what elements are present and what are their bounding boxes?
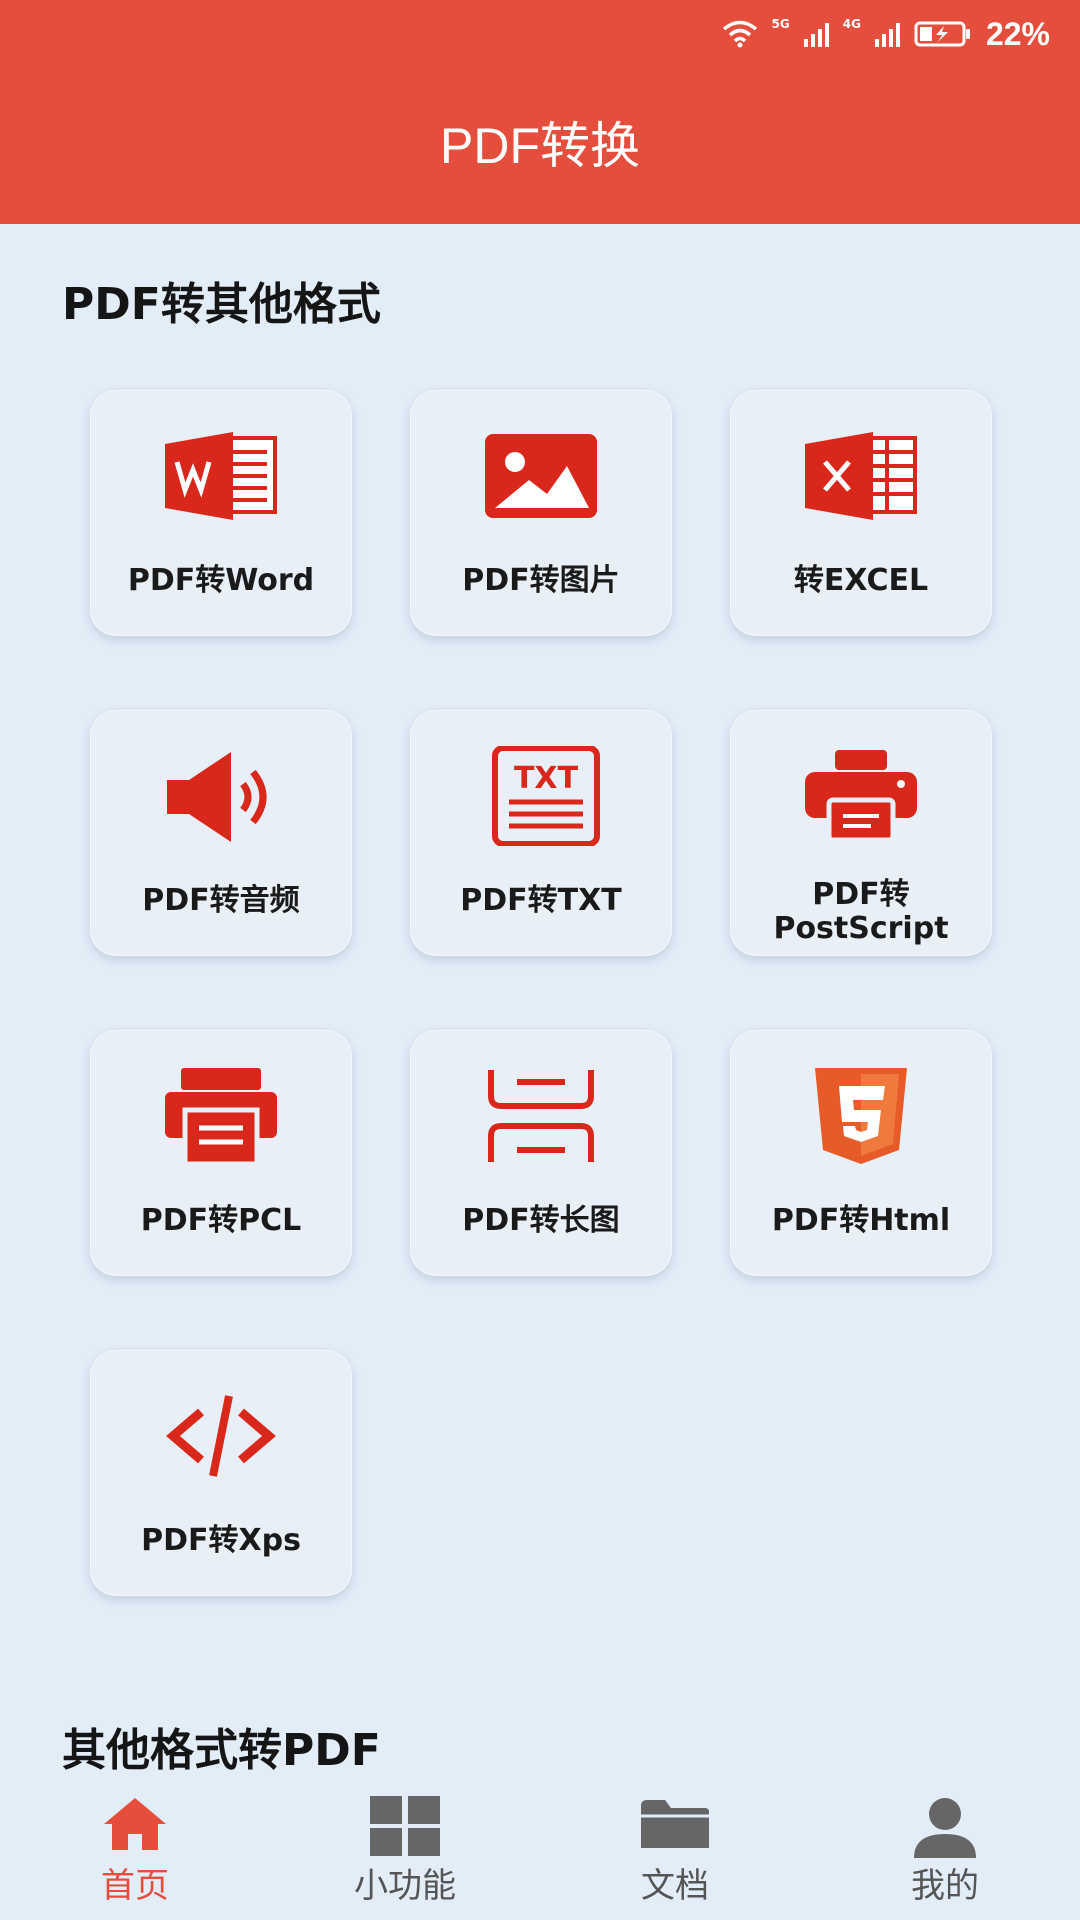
user-icon (914, 1798, 976, 1858)
battery-icon (914, 21, 970, 47)
tool-pdf-to-html[interactable]: PDF转Html (730, 1030, 992, 1276)
long-image-icon (476, 1066, 606, 1166)
network-label-4g: 4G (842, 17, 861, 31)
tool-label: PDF转Xps (141, 1523, 301, 1558)
tab-label: 文档 (641, 1866, 709, 1906)
tool-pdf-to-word[interactable]: PDF转Word (90, 390, 352, 636)
printer-icon (796, 746, 926, 846)
tool-pdf-to-xps[interactable]: PDF转Xps (90, 1350, 352, 1596)
tool-label: PDF转TXT (460, 883, 622, 918)
folder-icon (641, 1800, 709, 1848)
app-header: 5G 4G 22% PDF转换 (0, 0, 1080, 224)
section-title-other-to-pdf: 其他格式转PDF (62, 1725, 381, 1776)
tab-home[interactable]: 首页 (35, 1770, 235, 1920)
tool-pdf-to-image[interactable]: PDF转图片 (410, 390, 672, 636)
tool-label-line-2: PostScript (773, 911, 949, 946)
tool-label: 转EXCEL (793, 563, 929, 598)
pcl-printer-icon (156, 1066, 286, 1166)
tool-label: PDF转 PostScript (730, 878, 992, 946)
html5-icon (796, 1066, 926, 1166)
signal-icon-2 (874, 21, 900, 47)
network-label-5g: 5G (771, 17, 790, 31)
tab-label: 小功能 (354, 1866, 456, 1906)
section-title-pdf-to-other: PDF转其他格式 (62, 279, 381, 330)
tool-pdf-to-txt[interactable]: TXT PDF转TXT (410, 710, 672, 956)
tab-profile[interactable]: 我的 (845, 1770, 1045, 1920)
tool-pdf-to-pcl[interactable]: PDF转PCL (90, 1030, 352, 1276)
tool-label-line-1: PDF转 (812, 877, 910, 912)
tool-label: PDF转PCL (140, 1203, 302, 1238)
tab-documents[interactable]: 文档 (575, 1770, 775, 1920)
image-icon (476, 426, 606, 526)
excel-icon (796, 426, 926, 526)
tab-label: 首页 (101, 1866, 169, 1906)
code-icon (156, 1386, 286, 1486)
tab-label: 我的 (911, 1866, 979, 1906)
page-title: PDF转换 (440, 118, 640, 174)
tool-label: PDF转图片 (462, 563, 620, 598)
word-icon (156, 426, 286, 526)
tool-pdf-to-long-image[interactable]: PDF转长图 (410, 1030, 672, 1276)
tool-label: PDF转长图 (462, 1203, 620, 1238)
battery-percentage: 22% (985, 15, 1050, 52)
tool-label: PDF转Word (127, 563, 315, 598)
speaker-icon (156, 746, 286, 846)
tool-label: PDF转Html (771, 1203, 951, 1238)
tool-pdf-to-audio[interactable]: PDF转音频 (90, 710, 352, 956)
tool-pdf-to-postscript[interactable]: PDF转 PostScript (730, 710, 992, 956)
bottom-tab-bar: 首页 小功能 文档 我的 (0, 1770, 1080, 1920)
grid-icon (370, 1796, 440, 1856)
home-icon (104, 1798, 166, 1850)
tool-label: PDF转音频 (142, 883, 300, 918)
status-bar: 5G 4G 22% (722, 14, 1050, 54)
txt-icon: TXT (476, 746, 606, 846)
tab-tools[interactable]: 小功能 (305, 1770, 505, 1920)
tool-pdf-to-excel[interactable]: 转EXCEL (730, 390, 992, 636)
main-content[interactable]: PDF转其他格式 PDF转Word PDF转图片 转EXCEL PDF转音频 T… (0, 224, 1080, 1776)
svg-text:TXT: TXT (514, 761, 579, 796)
signal-icon (803, 21, 829, 47)
wifi-icon (722, 20, 757, 48)
